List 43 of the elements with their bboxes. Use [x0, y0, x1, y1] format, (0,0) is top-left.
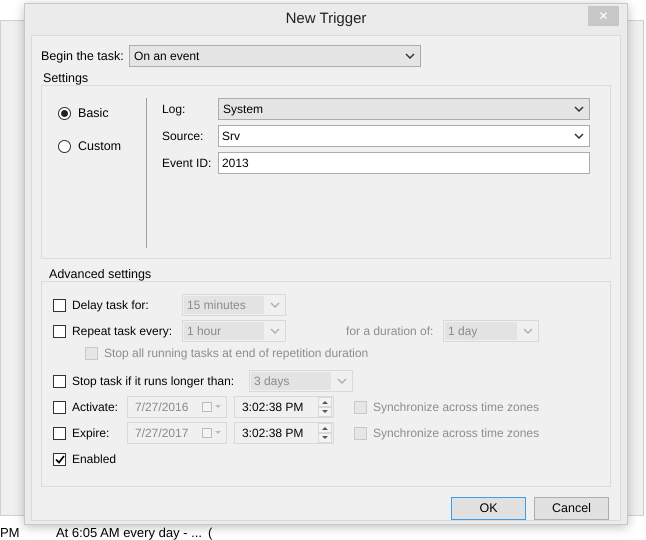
chevron-down-icon — [574, 106, 584, 112]
checkmark-icon — [54, 454, 64, 464]
window-title: New Trigger — [286, 9, 366, 30]
checkbox-label: Enabled — [72, 451, 116, 468]
chevron-down-icon — [574, 133, 584, 139]
spinner-arrows-icon[interactable] — [318, 397, 332, 417]
group-title: Advanced settings — [49, 266, 152, 281]
checkbox-label: Synchronize across time zones — [373, 425, 540, 442]
calendar-icon — [202, 428, 222, 438]
radio-button[interactable] — [58, 140, 71, 153]
radio-label: Basic — [78, 105, 109, 122]
table-cell-text: ( — [208, 524, 212, 540]
combo-box[interactable]: Srv — [218, 125, 590, 147]
radio-label: Custom — [78, 138, 122, 155]
checkbox-label: Expire: — [72, 425, 110, 442]
field-label: Source: — [162, 128, 204, 145]
chevron-down-icon — [405, 53, 415, 59]
checkbox-label: Repeat task every: — [72, 323, 172, 340]
chevron-down-icon — [270, 328, 280, 334]
chevron-down-icon — [523, 328, 533, 334]
checkbox-label: Synchronize across time zones — [373, 399, 540, 416]
dialog-button[interactable]: OK — [451, 497, 526, 520]
duration-label: for a duration of: — [346, 323, 434, 340]
checkbox-label: Stop task if it runs longer than: — [72, 373, 234, 390]
calendar-icon — [202, 402, 222, 412]
dropdown[interactable]: System — [218, 98, 590, 120]
spinner-arrows-icon[interactable] — [318, 423, 332, 443]
field-label: Log: — [162, 101, 186, 118]
radio-button[interactable] — [58, 106, 71, 120]
field-label: Event ID: — [162, 155, 212, 172]
group-title: Settings — [43, 70, 90, 85]
begin-task-label: Begin the task: — [41, 48, 125, 65]
chevron-down-icon — [270, 302, 280, 308]
checkbox[interactable] — [53, 452, 66, 466]
checkbox-label: Activate: — [72, 399, 118, 416]
dialog-button[interactable]: Cancel — [534, 497, 609, 520]
table-cell-text: At 6:05 AM every day - ... — [56, 524, 203, 540]
table-cell-text: PM — [0, 524, 20, 540]
checkbox-label: Delay task for: — [72, 297, 149, 314]
dropdown[interactable]: On an event — [129, 45, 421, 67]
chevron-down-icon — [337, 378, 347, 384]
input-field[interactable]: 2013 — [218, 152, 590, 174]
checkbox-label: Stop all running tasks at end of repetition duration — [104, 345, 368, 362]
